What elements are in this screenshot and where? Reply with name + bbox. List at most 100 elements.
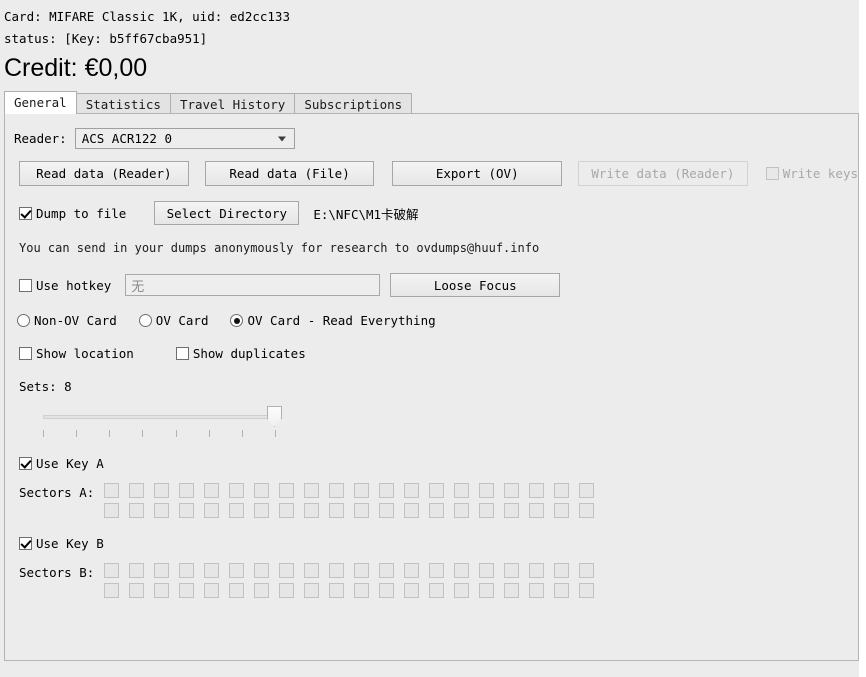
use-key-b-row: Use Key B: [19, 536, 858, 551]
tab-statistics[interactable]: Statistics: [75, 93, 171, 114]
sector-checkbox: [154, 583, 170, 598]
radio-ov-card-read-everything[interactable]: OV Card - Read Everything: [230, 313, 436, 328]
sector-checkbox: [354, 563, 370, 578]
sector-checkbox: [229, 483, 245, 498]
show-duplicates-checkbox[interactable]: [175, 347, 189, 360]
sector-checkbox: [329, 563, 345, 578]
sector-checkbox: [479, 583, 495, 598]
show-duplicates-label: Show duplicates: [192, 346, 306, 361]
sector-checkbox: [154, 563, 170, 578]
write-keys-checkbox-item: Write keys: [765, 166, 858, 181]
write-keys-checkbox: [765, 167, 779, 180]
sector-checkbox: [354, 503, 370, 518]
use-key-b-checkbox[interactable]: [19, 537, 32, 550]
loose-focus-button[interactable]: Loose Focus: [390, 273, 561, 297]
show-location-item[interactable]: Show location: [19, 346, 134, 361]
sector-checkbox: [254, 483, 270, 498]
tab-travel-history[interactable]: Travel History: [169, 93, 296, 114]
credit-amount: Credit: €0,00: [4, 54, 148, 82]
show-location-label: Show location: [36, 346, 134, 361]
sector-checkbox: [504, 483, 520, 498]
sets-slider-tick: [209, 430, 210, 437]
display-options-row: Show location Show duplicates: [19, 346, 858, 361]
dump-to-file-checkbox[interactable]: [19, 206, 32, 220]
export-ov-button[interactable]: Export (OV): [392, 161, 563, 186]
read-data-reader-button[interactable]: Read data (Reader): [19, 161, 189, 186]
sector-checkbox: [429, 583, 445, 598]
sector-checkbox: [304, 503, 320, 518]
sectors-b-row: Sectors B:: [19, 563, 858, 598]
sector-checkbox: [104, 563, 120, 578]
sector-checkbox: [204, 583, 220, 598]
read-data-file-button[interactable]: Read data (File): [204, 161, 375, 186]
card-type-radio-group: Non-OV Card OV Card OV Card - Read Every…: [17, 313, 858, 328]
sector-checkbox: [154, 503, 170, 518]
sector-checkbox: [379, 563, 395, 578]
sets-slider-ticks: [43, 430, 278, 437]
sector-checkbox: [129, 483, 145, 498]
radio-non-ov-card-indicator: [17, 314, 30, 327]
use-hotkey-checkbox[interactable]: [19, 278, 32, 292]
sets-slider-thumb[interactable]: [267, 406, 282, 427]
tab-subscriptions[interactable]: Subscriptions: [294, 93, 413, 114]
sector-checkbox: [579, 503, 595, 518]
radio-ov-card[interactable]: OV Card: [138, 313, 208, 328]
write-data-reader-button: Write data (Reader): [578, 161, 748, 186]
sector-checkbox: [404, 563, 420, 578]
status-line: status: [Key: b5ff67cba951]: [4, 31, 208, 46]
show-duplicates-item[interactable]: Show duplicates: [175, 346, 306, 361]
sector-checkbox-row: [104, 583, 595, 598]
sector-checkbox: [554, 503, 570, 518]
sector-checkbox: [479, 503, 495, 518]
card-info-header: Card: MIFARE Classic 1K, uid: ed2cc133 s…: [0, 0, 866, 85]
show-location-checkbox[interactable]: [19, 347, 32, 360]
sector-checkbox: [279, 483, 295, 498]
sector-checkbox: [579, 563, 595, 578]
select-directory-button[interactable]: Select Directory: [154, 201, 300, 225]
sector-checkbox: [504, 583, 520, 598]
sector-checkbox: [304, 563, 320, 578]
sector-checkbox: [254, 583, 270, 598]
sector-checkbox: [404, 583, 420, 598]
sector-checkbox: [279, 563, 295, 578]
sector-checkbox: [179, 483, 195, 498]
radio-non-ov-card-label: Non-OV Card: [34, 313, 117, 328]
general-tab-panel: Reader: ACS ACR122 0 Read data (Reader) …: [4, 113, 859, 661]
sector-checkbox: [529, 483, 545, 498]
sector-checkbox-row: [104, 563, 595, 578]
sectors-a-label: Sectors A:: [19, 485, 95, 500]
sector-checkbox: [204, 483, 220, 498]
sector-checkbox: [454, 563, 470, 578]
sets-slider[interactable]: [43, 404, 283, 442]
radio-ov-card-read-everything-label: OV Card - Read Everything: [247, 313, 436, 328]
sector-checkbox: [104, 483, 120, 498]
action-button-row: Read data (Reader) Read data (File) Expo…: [19, 161, 858, 186]
right-edge-strip: [859, 0, 866, 677]
hotkey-input[interactable]: 无: [125, 274, 381, 296]
tab-general[interactable]: General: [4, 91, 77, 114]
sector-checkbox: [354, 483, 370, 498]
radio-ov-card-read-everything-indicator: [230, 314, 244, 327]
sector-checkbox: [379, 583, 395, 598]
use-key-b-label: Use Key B: [36, 536, 104, 551]
reader-select[interactable]: ACS ACR122 0: [74, 128, 295, 149]
sector-checkbox: [404, 503, 420, 518]
hotkey-row: Use hotkey 无 Loose Focus: [19, 273, 858, 297]
sector-checkbox: [429, 563, 445, 578]
use-key-a-row: Use Key A: [19, 456, 858, 471]
sector-checkbox: [254, 503, 270, 518]
sector-checkbox: [554, 583, 570, 598]
sets-slider-track[interactable]: [43, 415, 278, 419]
sector-checkbox: [504, 563, 520, 578]
chevron-down-icon: [277, 136, 286, 141]
sectors-b-label: Sectors B:: [19, 565, 95, 580]
radio-non-ov-card[interactable]: Non-OV Card: [17, 313, 117, 328]
sector-checkbox: [179, 503, 195, 518]
use-key-a-checkbox[interactable]: [19, 457, 32, 470]
sector-checkbox: [579, 583, 595, 598]
sector-checkbox: [129, 503, 145, 518]
sets-slider-tick: [176, 430, 177, 437]
sector-checkbox: [304, 583, 320, 598]
sets-slider-tick: [142, 430, 143, 437]
radio-ov-card-indicator: [138, 314, 152, 327]
